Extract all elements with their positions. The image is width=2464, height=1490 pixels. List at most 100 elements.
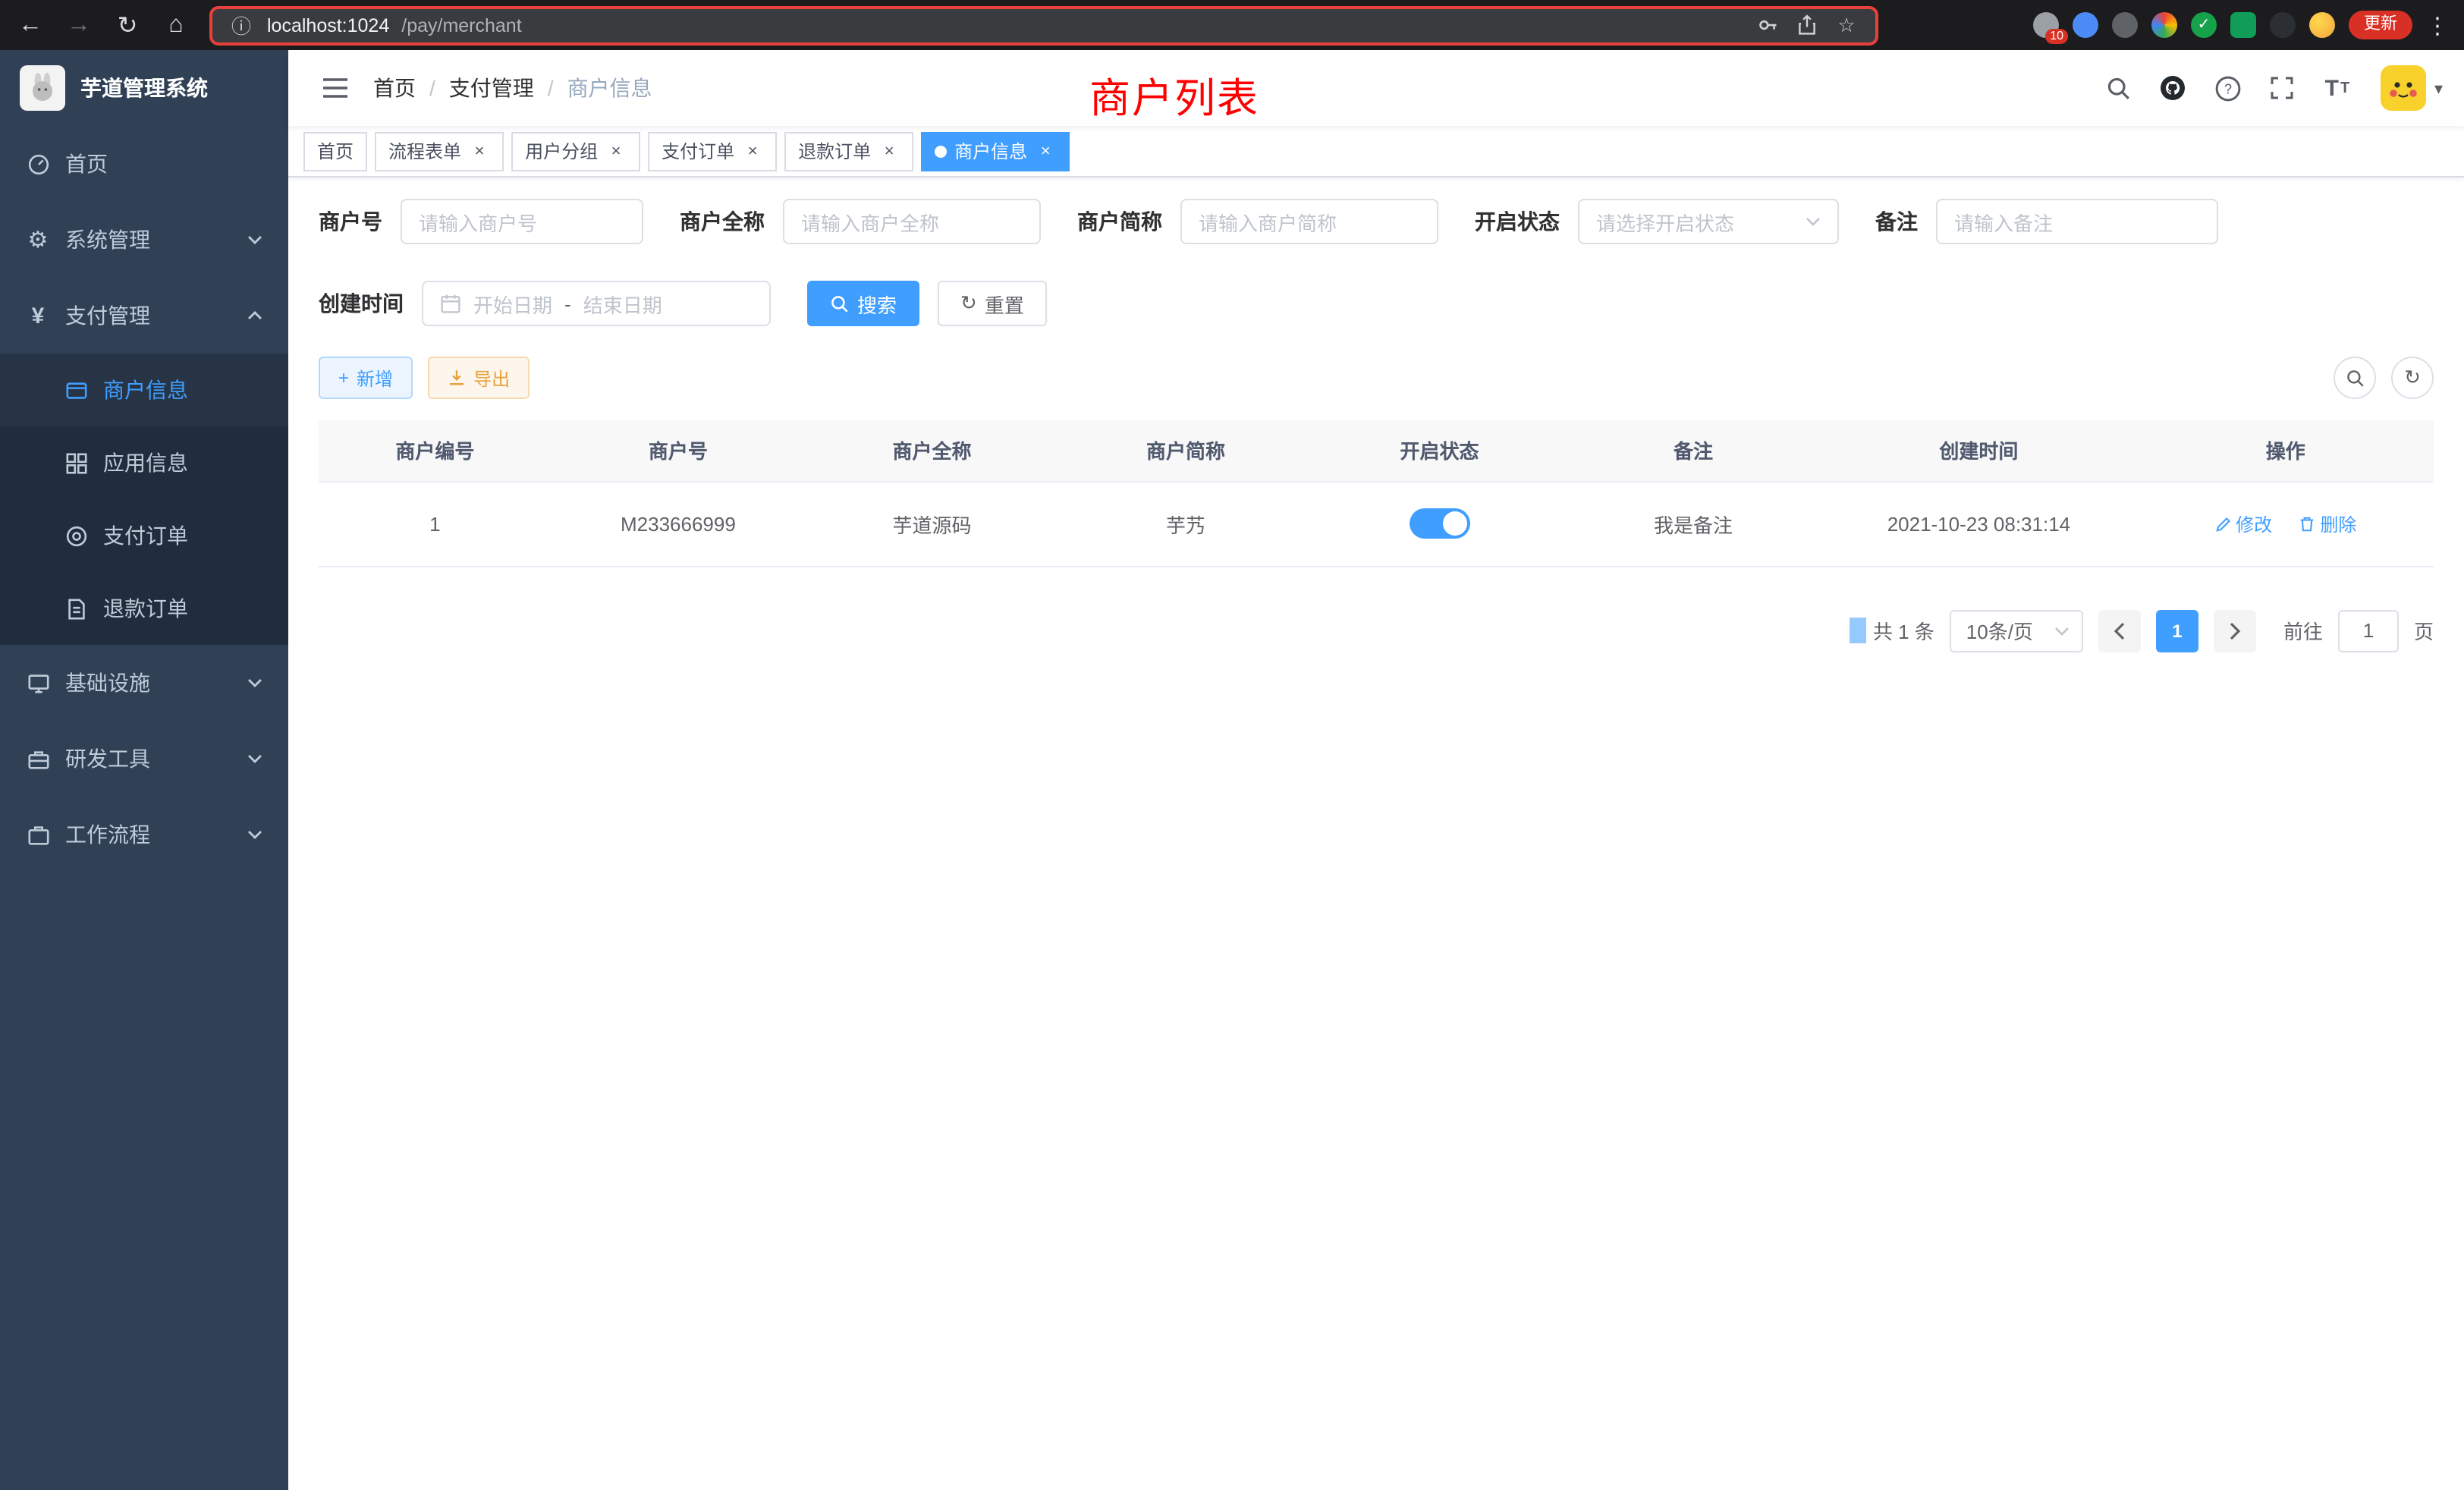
extension-drop-icon[interactable] xyxy=(2073,12,2098,38)
sidebar-item-system[interactable]: ⚙ 系统管理 xyxy=(0,202,288,278)
gear-icon: ⚙ xyxy=(26,228,50,252)
cell-remark: 我是备注 xyxy=(1567,481,1821,566)
breadcrumb-home[interactable]: 首页 xyxy=(373,73,416,103)
tab-merchant-info[interactable]: 商户信息 × xyxy=(921,131,1070,171)
browser-menu-icon[interactable]: ⋮ xyxy=(2426,11,2449,39)
help-icon[interactable]: ? xyxy=(2208,68,2248,108)
bookmark-star-icon[interactable]: ☆ xyxy=(1833,11,1860,39)
search-icon[interactable] xyxy=(2099,68,2139,108)
logo-image xyxy=(20,65,65,111)
merchant-no-input[interactable]: 请输入商户号 xyxy=(401,199,643,244)
chevron-down-icon xyxy=(247,751,262,766)
placeholder-text: 请输入备注 xyxy=(1954,207,2053,236)
close-icon[interactable]: × xyxy=(469,140,490,162)
github-icon[interactable] xyxy=(2154,68,2193,108)
refresh-table-button[interactable]: ↻ xyxy=(2391,357,2434,399)
fullscreen-icon[interactable] xyxy=(2263,68,2302,108)
plus-icon: + xyxy=(338,367,349,388)
col-short-name: 商户简称 xyxy=(1059,420,1313,481)
delete-link[interactable]: 删除 xyxy=(2299,511,2356,536)
tab-process-form[interactable]: 流程表单 × xyxy=(375,131,504,171)
card-icon xyxy=(64,378,88,402)
profile-avatar-icon[interactable] xyxy=(2309,12,2335,38)
tab-user-group[interactable]: 用户分组 × xyxy=(511,131,640,171)
full-name-input[interactable]: 请输入商户全称 xyxy=(783,199,1041,244)
back-icon[interactable]: ← xyxy=(15,11,46,39)
reload-icon[interactable]: ↻ xyxy=(112,10,143,40)
sidebar-item-devtools[interactable]: 研发工具 xyxy=(0,721,288,797)
sidebar-item-merchant-info[interactable]: 商户信息 xyxy=(0,354,288,426)
col-full-name: 商户全称 xyxy=(805,420,1059,481)
tab-label: 首页 xyxy=(317,138,354,164)
create-time-label: 创建时间 xyxy=(319,288,404,319)
collapse-sidebar-icon[interactable] xyxy=(310,62,361,114)
active-tab-dot xyxy=(935,145,947,157)
sidebar-item-refund-order[interactable]: 退款订单 xyxy=(0,572,288,645)
breadcrumb-current: 商户信息 xyxy=(567,73,652,103)
remark-input[interactable]: 请输入备注 xyxy=(1936,199,2218,244)
export-button-label: 导出 xyxy=(473,365,510,391)
reset-button[interactable]: ↻ 重置 xyxy=(938,281,1047,326)
sidebar-item-label: 支付订单 xyxy=(103,520,262,551)
toolbar: + 新增 导出 ↻ xyxy=(319,357,2434,399)
tab-refund-order[interactable]: 退款订单 × xyxy=(784,131,913,171)
browser-update-button[interactable]: 更新 xyxy=(2349,11,2412,39)
app-logo[interactable]: 芋道管理系统 xyxy=(0,50,288,126)
extension-pinwheel-icon[interactable] xyxy=(2270,12,2296,38)
close-icon[interactable]: × xyxy=(878,140,900,162)
short-name-input[interactable]: 请输入商户简称 xyxy=(1180,199,1438,244)
tab-pay-order[interactable]: 支付订单 × xyxy=(648,131,777,171)
sidebar-item-home[interactable]: 首页 xyxy=(0,126,288,202)
status-toggle[interactable] xyxy=(1410,508,1470,539)
export-button[interactable]: 导出 xyxy=(428,357,530,399)
breadcrumb-pay[interactable]: 支付管理 xyxy=(449,73,534,103)
extension-avatar-icon[interactable] xyxy=(2151,12,2177,38)
tab-label: 流程表单 xyxy=(388,138,461,164)
extension-green-check-icon[interactable]: ✓ xyxy=(2191,12,2217,38)
user-avatar-menu[interactable]: ▾ xyxy=(2381,65,2443,111)
sidebar-item-pay[interactable]: ¥ 支付管理 xyxy=(0,278,288,354)
status-select[interactable]: 请选择开启状态 xyxy=(1578,199,1839,244)
chevron-up-icon xyxy=(247,308,262,323)
next-page-button[interactable] xyxy=(2214,609,2256,652)
sidebar-item-label: 系统管理 xyxy=(65,225,232,255)
site-info-icon[interactable]: ⓘ xyxy=(228,11,255,39)
sidebar: 芋道管理系统 首页 ⚙ 系统管理 ¥ 支付管理 xyxy=(0,50,288,1490)
add-button[interactable]: + 新增 xyxy=(319,357,413,399)
filter-row-1: 商户号 请输入商户号 商户全称 请输入商户全称 商户简称 xyxy=(319,199,2434,244)
date-separator: - xyxy=(564,292,571,315)
sidebar-item-pay-order[interactable]: 支付订单 xyxy=(0,499,288,572)
close-icon[interactable]: × xyxy=(742,140,763,162)
show-search-toggle-button[interactable] xyxy=(2334,357,2376,399)
sidebar-item-label: 工作流程 xyxy=(65,819,232,850)
extension-dark-icon[interactable] xyxy=(2112,12,2138,38)
sidebar-item-app-info[interactable]: 应用信息 xyxy=(0,426,288,499)
table-header-row: 商户编号 商户号 商户全称 商户简称 开启状态 备注 创建时间 操作 xyxy=(319,420,2434,481)
edit-link[interactable]: 修改 xyxy=(2214,511,2272,536)
sidebar-item-infra[interactable]: 基础设施 xyxy=(0,645,288,721)
create-time-range-picker[interactable]: 开始日期 - 结束日期 xyxy=(422,281,771,326)
prev-page-button[interactable] xyxy=(2098,609,2141,652)
extension-green-square-icon[interactable] xyxy=(2230,12,2256,38)
sidebar-item-workflow[interactable]: 工作流程 xyxy=(0,797,288,872)
chevron-down-icon xyxy=(247,675,262,690)
search-button[interactable]: 搜索 xyxy=(807,281,919,326)
sidebar-item-label: 基础设施 xyxy=(65,668,232,698)
close-icon[interactable]: × xyxy=(1035,140,1056,162)
date-start-placeholder: 开始日期 xyxy=(473,289,552,318)
goto-page-input[interactable] xyxy=(2338,609,2399,652)
page-1-button[interactable]: 1 xyxy=(2156,609,2198,652)
tab-label: 商户信息 xyxy=(954,138,1027,164)
tab-label: 支付订单 xyxy=(662,138,734,164)
share-icon[interactable] xyxy=(1793,11,1821,39)
password-key-icon[interactable] xyxy=(1754,11,1781,39)
col-merchant-id: 商户编号 xyxy=(319,420,552,481)
forward-icon[interactable]: → xyxy=(64,11,94,39)
page-size-select[interactable]: 10条/页 xyxy=(1950,609,2083,652)
tab-home[interactable]: 首页 xyxy=(303,131,367,171)
extensions-puzzle-icon[interactable]: 10 xyxy=(2033,12,2059,38)
address-bar[interactable]: ⓘ localhost:1024 /pay/merchant ☆ xyxy=(209,5,1878,45)
home-icon[interactable]: ⌂ xyxy=(161,11,191,39)
close-icon[interactable]: × xyxy=(605,140,627,162)
font-size-icon[interactable]: TT xyxy=(2318,68,2357,108)
